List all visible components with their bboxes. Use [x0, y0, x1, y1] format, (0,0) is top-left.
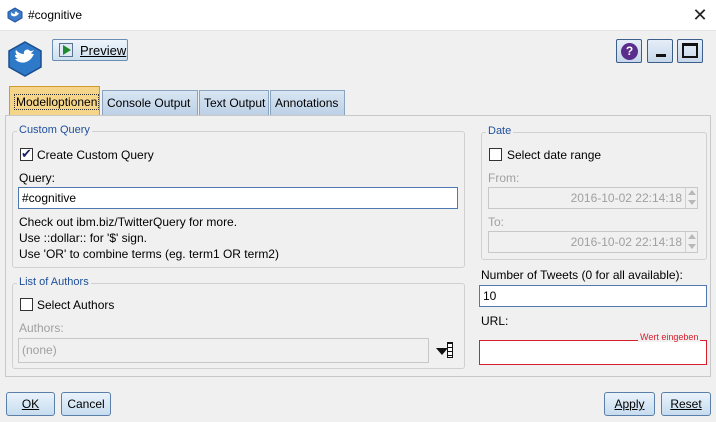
reset-button[interactable]: Reset [661, 392, 711, 416]
url-input[interactable] [479, 340, 707, 365]
url-error-hint: Wert eingeben [638, 332, 701, 342]
from-label: From: [488, 171, 520, 185]
list-of-authors-title: List of Authors [17, 276, 91, 288]
help-line-1: Check out ibm.biz/TwitterQuery for more. [19, 215, 238, 229]
url-label: URL: [481, 314, 509, 328]
preview-button[interactable]: Preview [52, 39, 128, 61]
tab-annotations[interactable]: Annotations [270, 90, 345, 115]
number-of-tweets-input[interactable]: 10 [479, 285, 707, 307]
ok-button[interactable]: OK [6, 392, 55, 416]
title-bar: #cognitive ✕ [0, 0, 716, 31]
query-input[interactable]: #cognitive [18, 187, 458, 209]
maximize-button[interactable] [677, 39, 703, 63]
cancel-button[interactable]: Cancel [61, 392, 111, 416]
select-authors-checkbox[interactable] [20, 298, 33, 311]
play-icon [59, 43, 73, 57]
to-date-spinner[interactable] [685, 231, 697, 253]
maximize-icon [682, 43, 698, 58]
twitter-node-icon [7, 7, 23, 23]
author-picker-icon[interactable] [433, 339, 457, 363]
to-date-input[interactable]: 2016-10-02 22:14:18 [488, 231, 698, 253]
help-icon: ? [621, 43, 638, 60]
custom-query-title: Custom Query [17, 124, 92, 136]
minimize-icon [656, 54, 666, 57]
tab-console-output[interactable]: Console Output [102, 90, 198, 115]
close-icon[interactable]: ✕ [688, 3, 712, 27]
help-line-3: Use 'OR' to combine terms (eg. term1 OR … [19, 247, 279, 261]
from-date-input[interactable]: 2016-10-02 22:14:18 [488, 187, 698, 209]
apply-button[interactable]: Apply [604, 392, 655, 416]
help-button[interactable]: ? [616, 39, 642, 63]
window-title: #cognitive [28, 8, 83, 22]
to-label: To: [488, 215, 505, 229]
select-date-range-label: Select date range [507, 148, 602, 162]
tab-text-output[interactable]: Text Output [199, 90, 269, 115]
number-of-tweets-label: Number of Tweets (0 for all available): [481, 268, 683, 282]
preview-label: Preview [80, 43, 127, 58]
authors-input[interactable]: (none) [18, 338, 429, 363]
select-authors-label: Select Authors [37, 298, 115, 312]
select-date-range-checkbox[interactable] [489, 148, 502, 161]
authors-label: Authors: [19, 321, 64, 335]
tab-modelloptionen[interactable]: Modelloptionen [9, 86, 100, 116]
twitter-logo-icon [8, 41, 42, 77]
minimize-button[interactable] [647, 39, 673, 63]
create-custom-query-label: Create Custom Query [37, 148, 154, 162]
date-title: Date [486, 125, 514, 137]
create-custom-query-checkbox[interactable] [20, 146, 33, 162]
query-label: Query: [19, 171, 56, 185]
from-date-spinner[interactable] [685, 187, 697, 209]
help-line-2: Use ::dollar:: for '$' sign. [19, 231, 147, 245]
